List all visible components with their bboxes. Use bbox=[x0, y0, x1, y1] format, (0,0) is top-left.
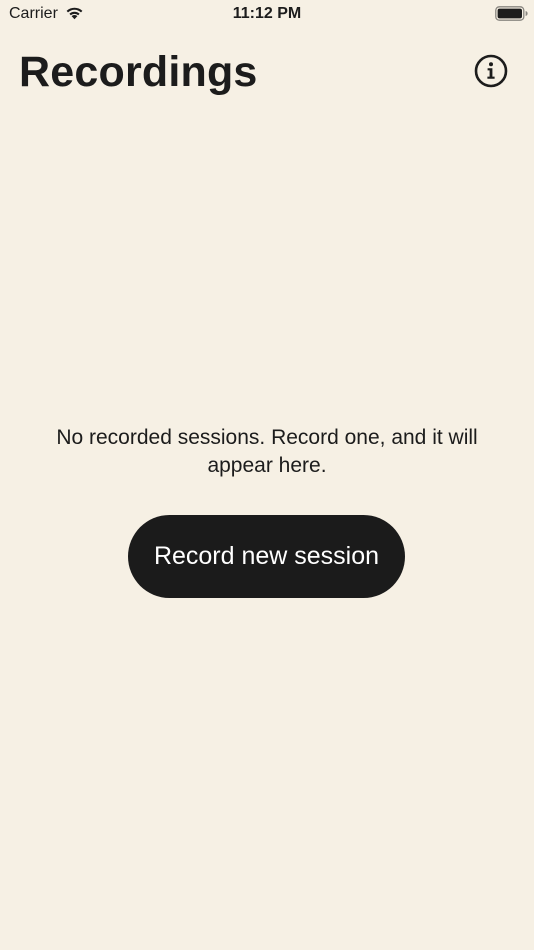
record-new-session-button[interactable]: Record new session bbox=[128, 515, 405, 598]
page-title: Recordings bbox=[19, 48, 258, 96]
empty-state-message: No recorded sessions. Record one, and it… bbox=[56, 426, 478, 477]
status-time: 11:12 PM bbox=[232, 5, 302, 22]
status-bar: Carrier 11:12 PM bbox=[0, 0, 534, 28]
info-button[interactable] bbox=[474, 54, 508, 93]
info-icon bbox=[474, 54, 508, 93]
battery-icon bbox=[495, 6, 528, 21]
